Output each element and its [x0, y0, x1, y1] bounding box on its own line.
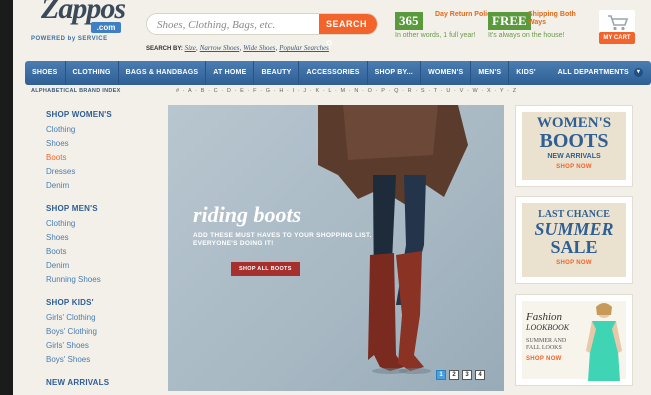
sidebar-link-women-boots[interactable]: Boots: [46, 151, 166, 165]
lookbook-model-illustration: [586, 303, 622, 381]
promo-new-arrivals-line: NEW ARRIVALS: [547, 153, 601, 160]
sidebar-heading-kids[interactable]: SHOP KIDS': [46, 298, 166, 307]
promo-free-subtitle: It's always on the house!: [488, 32, 565, 39]
nav-beauty[interactable]: BEAUTY: [254, 61, 298, 85]
sidebar-link-men-shoes[interactable]: Shoes: [46, 231, 166, 245]
sidebar-heading-women[interactable]: SHOP WOMEN'S: [46, 110, 166, 119]
promo-sale-line: SALE: [550, 237, 598, 257]
logo-com-badge: .com: [91, 22, 121, 33]
search-box: SEARCH ⚲: [146, 13, 378, 49]
all-departments-label: ALL DEPARTMENTS: [557, 69, 629, 76]
sidebar-link-men-clothing[interactable]: Clothing: [46, 217, 166, 231]
nav-all-departments[interactable]: ALL DEPARTMENTS ▾: [551, 61, 651, 85]
shop-all-boots-button[interactable]: SHOP ALL BOOTS: [231, 262, 300, 276]
sidebar-link-women-clothing[interactable]: Clothing: [46, 123, 166, 137]
brand-index-letters[interactable]: # · A · B · C · D · E · F · G · H · I · …: [176, 88, 517, 94]
nav-accessories[interactable]: ACCESSORIES: [299, 61, 366, 85]
hero-subtitle: ADD THESE MUST HAVES TO YOUR SHOPPING LI…: [193, 232, 372, 247]
search-by-size-link[interactable]: Size: [185, 44, 196, 52]
nav-clothing[interactable]: CLOTHING: [66, 61, 118, 85]
sidebar-group-new: NEW ARRIVALS: [46, 378, 166, 387]
main-nav: SHOES CLOTHING BAGS & HANDBAGS AT HOME B…: [25, 61, 651, 85]
promo-womens-boots[interactable]: WOMEN'S BOOTS NEW ARRIVALS SHOP NOW: [515, 105, 633, 187]
sidebar-link-men-running[interactable]: Running Shoes: [46, 273, 166, 287]
zappos-home-page: Zappos .com POWERED by SERVICE SEARCH ⚲ …: [13, 0, 651, 395]
hero-banner[interactable]: riding boots ADD THESE MUST HAVES TO YOU…: [168, 105, 504, 391]
sidebar-heading-men[interactable]: SHOP MEN'S: [46, 204, 166, 213]
nav-at-home[interactable]: AT HOME: [206, 61, 253, 85]
hero-pagination: 1 2 3 4: [436, 370, 485, 380]
sidebar-link-women-dresses[interactable]: Dresses: [46, 165, 166, 179]
sidebar-link-men-boots[interactable]: Boots: [46, 245, 166, 259]
zappos-logo[interactable]: Zappos .com POWERED by SERVICE: [21, 0, 126, 48]
promo-fashion-lookbook[interactable]: Fashion LOOKBOOK SUMMER AND FALL LOOKS S…: [515, 294, 633, 386]
promo-summer-sale-shop-now[interactable]: SHOP NOW: [522, 260, 626, 266]
sidebar-heading-new-arrivals[interactable]: NEW ARRIVALS: [46, 378, 166, 387]
hero-page-1[interactable]: 1: [436, 370, 446, 380]
hero-page-3[interactable]: 3: [462, 370, 472, 380]
search-by-label: SEARCH BY:: [146, 46, 183, 52]
sidebar-link-women-denim[interactable]: Denim: [46, 179, 166, 193]
search-button-label: SEARCH: [326, 19, 368, 29]
promo-lookbook-panel: Fashion LOOKBOOK SUMMER AND FALL LOOKS S…: [522, 301, 626, 381]
search-by-popular-link[interactable]: Popular Searches: [279, 44, 329, 52]
return-policy-promo[interactable]: 365 Day Return Policy In other words, 1 …: [395, 11, 495, 39]
hero-title: riding boots: [193, 202, 302, 227]
promo-summer-sale-panel: LAST CHANCE SUMMER SALE SHOP NOW: [522, 203, 626, 277]
logo-tagline: POWERED by SERVICE: [31, 36, 108, 42]
promo-summer-fall-line: SUMMER AND FALL LOOKS: [526, 338, 567, 351]
nav-bags-handbags[interactable]: BAGS & HANDBAGS: [119, 61, 206, 85]
nav-mens[interactable]: MEN'S: [471, 61, 508, 85]
sidebar-link-boys-clothing[interactable]: Boys' Clothing: [46, 325, 166, 339]
promo-womens-line: WOMEN'S: [536, 115, 612, 131]
sidebar-link-women-shoes[interactable]: Shoes: [46, 137, 166, 151]
nav-shoes[interactable]: SHOES: [25, 61, 65, 85]
promo-free-badge: FREE: [488, 12, 531, 30]
search-by-wide-link[interactable]: Wide Shoes: [243, 44, 275, 52]
sidebar-link-girls-shoes[interactable]: Girls' Shoes: [46, 339, 166, 353]
promo-summer-line: SUMMER: [534, 219, 614, 239]
my-cart-button[interactable]: MY CART: [599, 32, 635, 44]
promo-womens-boots-panel: WOMEN'S BOOTS NEW ARRIVALS SHOP NOW: [522, 112, 626, 180]
hero-page-2[interactable]: 2: [449, 370, 459, 380]
promo-free-title: Shipping Both Ways: [528, 11, 576, 26]
nav-shop-by[interactable]: SHOP BY...: [368, 61, 420, 85]
sidebar-group-kids: SHOP KIDS' Girls' Clothing Boys' Clothin…: [46, 298, 166, 367]
hero-model-illustration: [318, 105, 468, 374]
chevron-down-icon: ▾: [634, 67, 643, 77]
sidebar-group-women: SHOP WOMEN'S Clothing Shoes Boots Dresse…: [46, 110, 166, 193]
promo-365-title: Day Return Policy: [435, 11, 495, 18]
sidebar-link-men-denim[interactable]: Denim: [46, 259, 166, 273]
promo-365-subtitle: In other words, 1 full year!: [395, 32, 476, 39]
nav-kids[interactable]: KIDS': [509, 61, 542, 85]
search-by-row: SEARCH BY: Size, Narrow Shoes, Wide Shoe…: [146, 44, 329, 52]
free-shipping-promo[interactable]: FREE Shipping Both Ways It's always on t…: [488, 11, 576, 39]
sidebar-link-girls-clothing[interactable]: Girls' Clothing: [46, 311, 166, 325]
nav-womens[interactable]: WOMEN'S: [421, 61, 470, 85]
brand-index: ALPHABETICAL BRAND INDEX # · A · B · C ·…: [31, 88, 516, 94]
cart-icon: [599, 10, 635, 34]
brand-index-label[interactable]: ALPHABETICAL BRAND INDEX: [31, 88, 121, 94]
sidebar-link-boys-shoes[interactable]: Boys' Shoes: [46, 353, 166, 367]
promo-summer-sale[interactable]: LAST CHANCE SUMMER SALE SHOP NOW: [515, 196, 633, 284]
search-button[interactable]: SEARCH ⚲: [319, 14, 377, 49]
search-input[interactable]: [157, 17, 317, 32]
sidebar-group-men: SHOP MEN'S Clothing Shoes Boots Denim Ru…: [46, 204, 166, 287]
promo-boots-line: BOOTS: [539, 130, 609, 152]
hero-page-4[interactable]: 4: [475, 370, 485, 380]
search-by-narrow-link[interactable]: Narrow Shoes: [200, 44, 240, 52]
promo-womens-boots-shop-now[interactable]: SHOP NOW: [522, 164, 626, 170]
promo-365-badge: 365: [395, 12, 423, 30]
cart-widget[interactable]: MY CART: [599, 10, 635, 46]
category-sidebar: SHOP WOMEN'S Clothing Shoes Boots Dresse…: [46, 110, 166, 395]
